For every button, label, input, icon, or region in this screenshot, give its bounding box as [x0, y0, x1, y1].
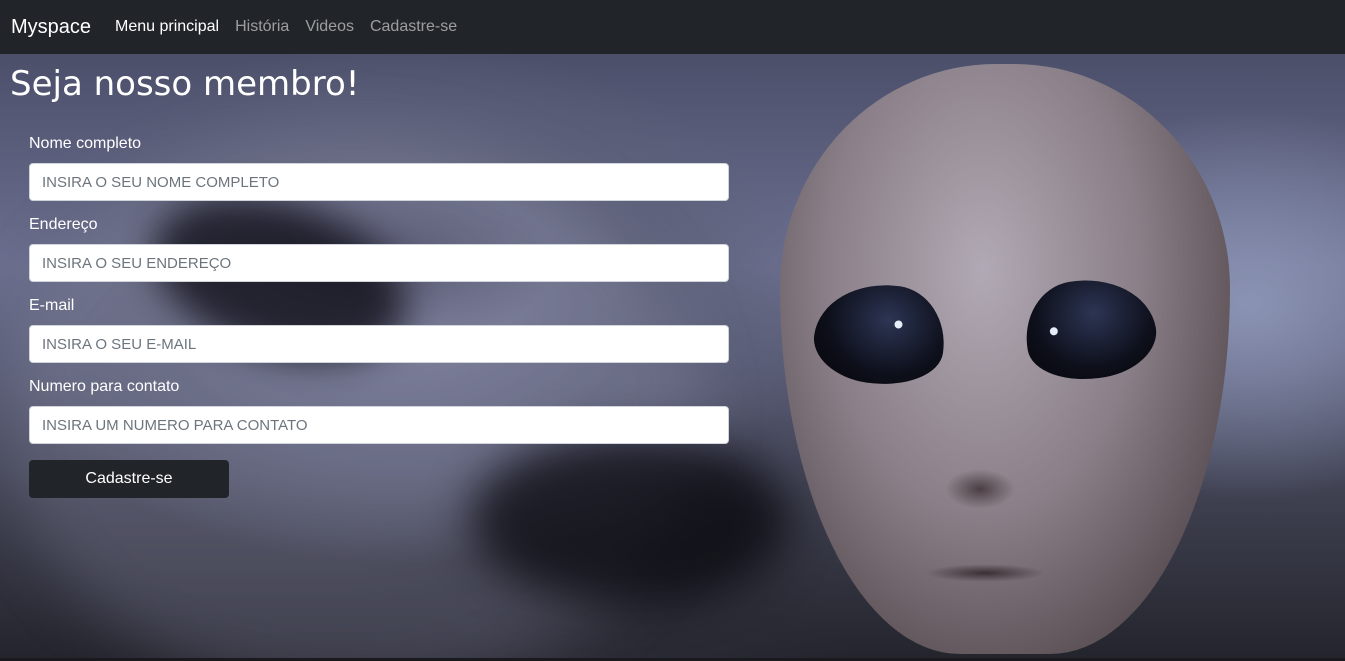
top-navbar: Myspace Menu principal História Videos C…: [0, 0, 1345, 54]
nav-link-menu-principal[interactable]: Menu principal: [115, 18, 219, 36]
brand-logo-link[interactable]: Myspace: [11, 16, 91, 39]
page-title: Seja nosso membro!: [10, 64, 360, 104]
form-field-email: E-mail: [29, 296, 729, 363]
form-field-nome: Nome completo: [29, 134, 729, 201]
endereco-input[interactable]: [29, 244, 729, 282]
endereco-label: Endereço: [29, 216, 98, 233]
cadastre-se-button[interactable]: Cadastre-se: [29, 460, 229, 498]
form-field-endereco: Endereço: [29, 215, 729, 282]
nome-input[interactable]: [29, 163, 729, 201]
contato-label: Numero para contato: [29, 378, 180, 395]
alien-eye-left: [808, 275, 952, 393]
nome-label: Nome completo: [29, 135, 142, 152]
alien-nose: [945, 469, 1015, 509]
signup-form: Nome completo Endereço E-mail Numero par…: [29, 134, 729, 498]
contato-input[interactable]: [29, 406, 729, 444]
eye-glint: [893, 319, 904, 330]
eye-glint: [1049, 326, 1059, 336]
email-input[interactable]: [29, 325, 729, 363]
hero-section: Seja nosso membro! Nome completo Endereç…: [0, 54, 1345, 661]
nav-link-videos[interactable]: Videos: [305, 18, 354, 36]
alien-face-image: [780, 64, 1230, 654]
email-label: E-mail: [29, 297, 75, 314]
nav-link-cadastre-se[interactable]: Cadastre-se: [370, 18, 457, 36]
alien-mouth: [925, 564, 1045, 582]
form-field-contato: Numero para contato: [29, 377, 729, 444]
nav-link-historia[interactable]: História: [235, 18, 289, 36]
alien-eye-right: [1017, 268, 1163, 390]
